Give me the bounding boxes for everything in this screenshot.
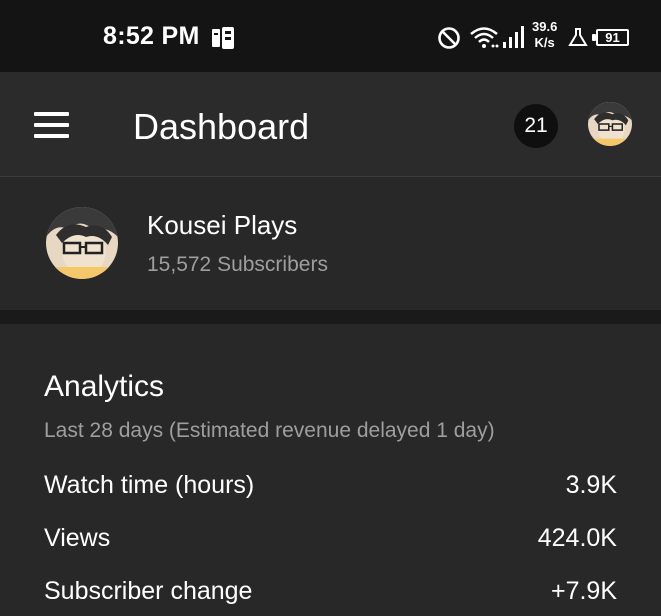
notification-badge[interactable]: 21 bbox=[514, 104, 558, 148]
channel-name: Kousei Plays bbox=[147, 210, 298, 240]
signal-icon bbox=[503, 26, 524, 48]
metric-value: 424.0K bbox=[537, 524, 617, 552]
analytics-title: Analytics bbox=[44, 370, 165, 403]
metric-label: Views bbox=[44, 524, 111, 552]
channel-avatar-large bbox=[46, 207, 118, 279]
notes-app-icon bbox=[212, 27, 234, 49]
metric-label: Subscriber change bbox=[44, 577, 253, 605]
hamburger-menu-icon[interactable] bbox=[34, 112, 69, 138]
status-bar: 8:52 PM 39.6 K/s 91 bbox=[0, 0, 661, 72]
flask-icon bbox=[568, 28, 588, 46]
status-time: 8:52 PM bbox=[103, 22, 200, 50]
metric-subscriber-change[interactable]: Subscriber change +7.9K bbox=[44, 577, 617, 613]
section-divider bbox=[0, 310, 661, 324]
app-bar: Dashboard 21 bbox=[0, 72, 661, 177]
page-title: Dashboard bbox=[133, 106, 310, 147]
wifi-icon bbox=[470, 27, 499, 48]
metric-value: +7.9K bbox=[550, 577, 617, 605]
network-speed-unit: K/s bbox=[534, 35, 555, 50]
subscriber-count: 15,572 Subscribers bbox=[147, 253, 328, 276]
channel-card[interactable]: Kousei Plays 15,572 Subscribers bbox=[0, 177, 661, 310]
metric-label: Watch time (hours) bbox=[44, 471, 255, 499]
analytics-subtitle: Last 28 days (Estimated revenue delayed … bbox=[44, 419, 495, 442]
do-not-disturb-icon bbox=[438, 27, 460, 49]
metric-watch-time[interactable]: Watch time (hours) 3.9K bbox=[44, 471, 617, 507]
analytics-card: Analytics Last 28 days (Estimated revenu… bbox=[0, 324, 661, 616]
metric-views[interactable]: Views 424.0K bbox=[44, 524, 617, 560]
network-speed: 39.6 K/s bbox=[532, 19, 557, 51]
network-speed-value: 39.6 bbox=[532, 19, 558, 34]
metric-value: 3.9K bbox=[565, 471, 617, 499]
channel-avatar[interactable] bbox=[588, 102, 632, 146]
battery-icon: 91 bbox=[596, 29, 629, 46]
